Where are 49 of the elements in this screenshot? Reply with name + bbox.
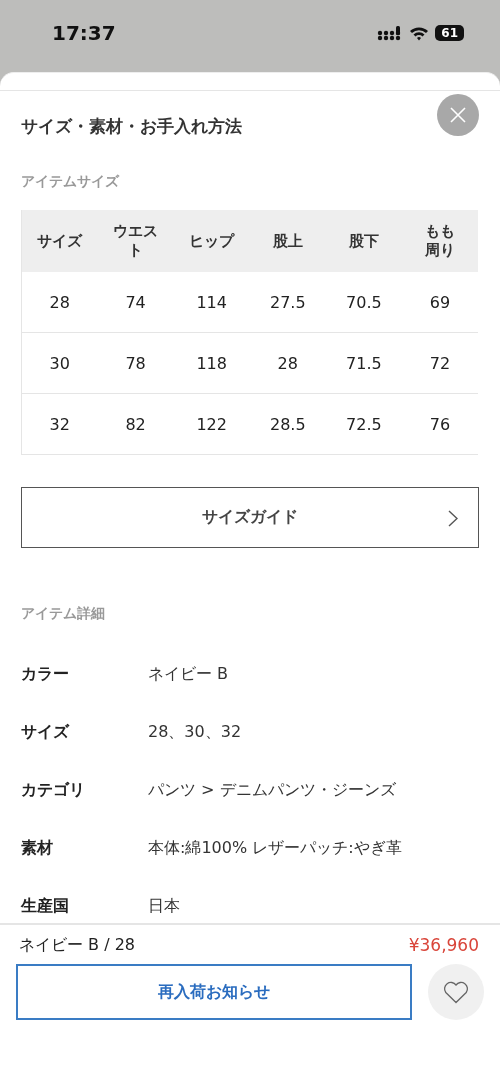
wifi-icon	[409, 25, 430, 41]
detail-label: カテゴリ	[21, 779, 86, 801]
table-cell: 118	[173, 332, 250, 394]
column-header: ウエスト	[97, 210, 174, 272]
table-cell: 30	[21, 332, 98, 394]
table-cell: 74	[97, 272, 174, 333]
table-cell: 32	[21, 393, 98, 455]
table-cell: 69	[401, 272, 478, 333]
detail-value: 本体:綿100% レザーパッチ:やぎ革	[148, 837, 402, 859]
sheet-title: サイズ・素材・お手入れ方法	[21, 115, 242, 138]
table-cell: 28	[249, 332, 326, 394]
detail-value: 28、30、32	[148, 721, 242, 743]
column-header: サイズ	[21, 210, 98, 272]
price: ¥36,960	[408, 935, 479, 956]
restock-notify-button[interactable]: 再入荷お知らせ	[16, 964, 412, 1020]
detail-label: 生産国	[21, 895, 70, 917]
chevron-right-icon	[448, 510, 458, 527]
battery-level: 61	[435, 25, 464, 41]
table-cell: 72.5	[325, 393, 402, 455]
detail-label: 素材	[21, 837, 54, 859]
favorite-button[interactable]	[428, 964, 484, 1020]
column-header: ヒップ	[173, 210, 250, 272]
detail-label: サイズ	[21, 721, 71, 743]
detail-value: ネイビー B	[148, 663, 229, 685]
status-time: 17:37	[52, 21, 116, 45]
close-button[interactable]	[437, 94, 479, 136]
heart-icon	[443, 980, 469, 1004]
table-cell: 28.5	[249, 393, 326, 455]
column-header: 股下	[325, 210, 402, 272]
column-header: 股上	[249, 210, 326, 272]
table-cell: 114	[173, 272, 250, 333]
detail-label: カラー	[21, 663, 70, 685]
column-header: もも周り	[401, 210, 478, 272]
table-cell: 70.5	[325, 272, 402, 333]
close-icon	[450, 107, 466, 123]
table-cell: 28	[21, 272, 98, 333]
section-heading: アイテムサイズ	[20, 173, 121, 191]
detail-value: パンツ > デニムパンツ・ジーンズ	[148, 779, 396, 801]
table-cell: 82	[97, 393, 174, 455]
section-heading: アイテム詳細	[20, 605, 106, 623]
detail-value: 日本	[148, 895, 180, 917]
size-guide-button[interactable]: サイズガイド	[21, 487, 479, 548]
table-cell: 122	[173, 393, 250, 455]
table-cell: 76	[401, 393, 478, 455]
table-cell: 27.5	[249, 272, 326, 333]
table-cell: 71.5	[325, 332, 402, 394]
selected-variant: ネイビー B / 28	[19, 935, 135, 956]
table-cell: 72	[401, 332, 478, 394]
table-cell: 78	[97, 332, 174, 394]
